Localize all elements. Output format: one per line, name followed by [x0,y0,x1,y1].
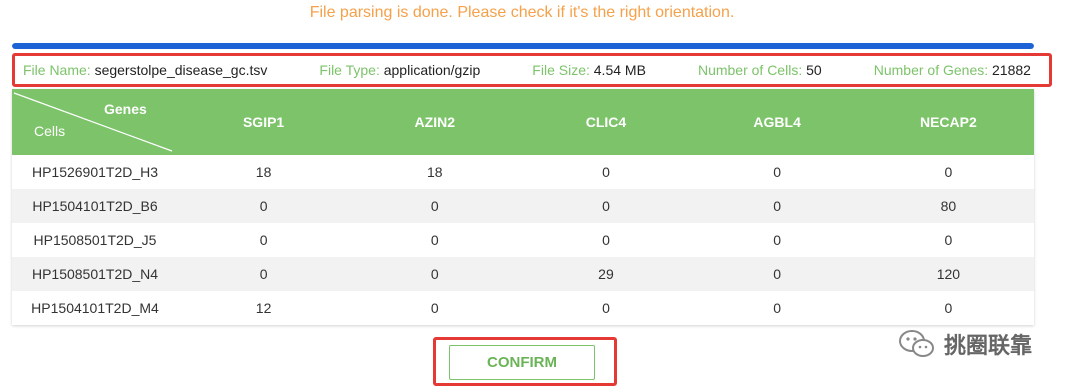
file-size-info: File Size: 4.54 MB [532,62,646,78]
file-name-info: File Name: segerstolpe_disease_gc.tsv [23,62,267,78]
row-cell-name: HP1508501T2D_N4 [31,266,159,282]
file-size-label: File Size: [532,62,590,78]
table-cell: 0 [259,266,268,282]
table-row: HP1526901T2D_H3 18 18 0 0 0 [12,155,1034,189]
status-message: File parsing is done. Please check if it… [309,4,735,21]
file-type-label: File Type: [319,62,380,78]
table-row: HP1504101T2D_M4 12 0 0 0 0 [12,291,1034,325]
wechat-icon [899,330,934,357]
column-header: AGBL4 [753,114,801,130]
progress-bar [12,43,1034,49]
file-type-info: File Type: application/gzip [319,62,480,78]
row-cell-name: HP1504101T2D_M4 [31,300,159,316]
table-cell: 80 [940,198,957,214]
table-cell: 0 [602,198,610,214]
table-cell: 0 [944,164,953,180]
table-row: HP1508501T2D_J5 0 0 0 0 0 [12,223,1034,257]
corner-header-cell: Genes Cells [12,89,178,155]
table-cell: 0 [430,198,439,214]
table-row: HP1508501T2D_N4 0 0 29 0 120 [12,257,1034,291]
file-name-label: File Name: [23,62,91,78]
preview-table-container: Genes Cells SGIP1 AZIN2 CLIC4 AGBL4 NECA… [12,89,1034,325]
genes-count-label: Number of Genes: [873,62,989,78]
table-header-row: Genes Cells SGIP1 AZIN2 CLIC4 AGBL4 NECA… [12,89,1034,155]
table-cell: 0 [430,232,439,248]
table-cell: 29 [598,266,614,282]
cells-count-value: 50 [806,62,822,78]
table-cell: 120 [936,266,961,282]
table-cell: 0 [944,232,953,248]
column-header: NECAP2 [919,114,977,130]
corner-genes-label: Genes [104,101,147,117]
table-row: HP1504101T2D_B6 0 0 0 0 80 [12,189,1034,223]
file-type-value: application/gzip [383,62,481,78]
row-cell-name: HP1508501T2D_J5 [33,232,157,248]
table-cell: 0 [944,300,953,316]
table-cell: 0 [773,232,782,248]
column-header: SGIP1 [242,114,285,130]
genes-count-info: Number of Genes: 21882 [874,62,1031,78]
table-cell: 18 [426,164,443,180]
preview-table: Genes Cells SGIP1 AZIN2 CLIC4 AGBL4 NECA… [12,89,1034,325]
table-cell: 0 [773,164,782,180]
table-cell: 0 [259,198,268,214]
progress-fill [12,43,1034,49]
table-cell: 0 [430,266,439,282]
column-header: AZIN2 [414,114,455,130]
table-cell: 0 [773,198,782,214]
table-cell: 12 [255,300,272,316]
file-name-value: segerstolpe_disease_gc.tsv [94,62,268,78]
watermark: 挑圈联靠 [898,328,1032,360]
table-cell: 0 [773,300,782,316]
genes-count-value: 21882 [992,62,1031,78]
table-cell: 0 [602,164,610,180]
row-cell-name: HP1504101T2D_B6 [32,198,158,214]
watermark-text: 挑圈联靠 [944,333,1033,358]
table-cell: 0 [773,266,782,282]
table-cell: 0 [259,232,268,248]
cells-count-info: Number of Cells: 50 [698,62,822,78]
corner-cells-label: Cells [34,123,66,139]
row-cell-name: HP1526901T2D_H3 [31,164,159,180]
table-cell: 18 [255,164,272,180]
table-cell: 0 [602,232,610,248]
table-cell: 0 [602,300,610,316]
table-cell: 0 [430,300,439,316]
column-header: CLIC4 [585,114,627,130]
confirm-button[interactable]: CONFIRM [449,345,595,380]
file-info-bar: File Name: segerstolpe_disease_gc.tsv Fi… [12,53,1052,87]
diagonal-divider [13,92,173,152]
cells-count-label: Number of Cells: [697,62,803,78]
file-size-value: 4.54 MB [593,62,646,78]
